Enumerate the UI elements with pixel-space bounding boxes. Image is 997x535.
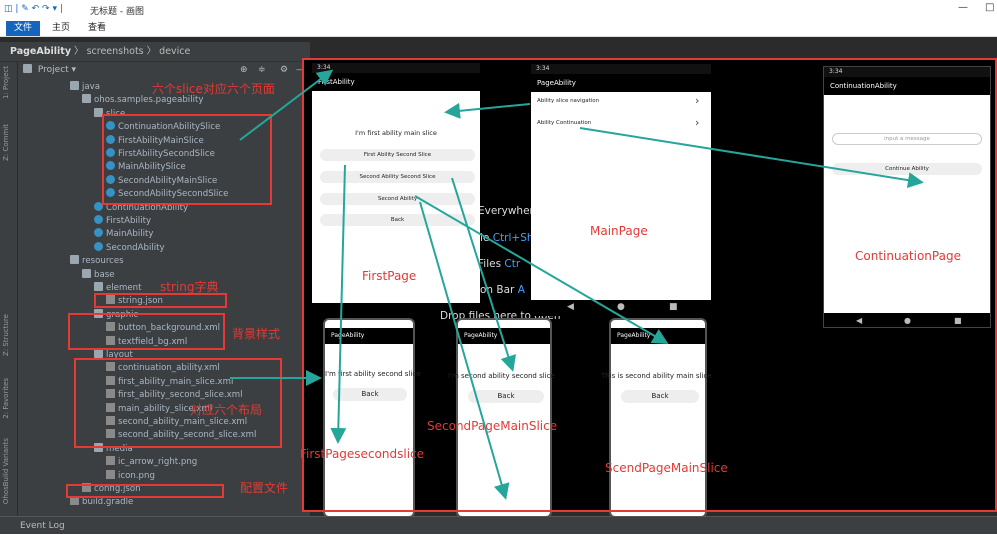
arrow-first-to-second-main-2 bbox=[419, 201, 510, 500]
event-log-tab[interactable]: Event Log bbox=[0, 516, 997, 534]
arrow-first-to-second-main bbox=[451, 177, 517, 372]
arrow-main-to-first bbox=[444, 102, 531, 119]
arrow-first-to-first-second bbox=[330, 164, 347, 444]
arrow-slices-to-first bbox=[239, 69, 334, 141]
arrow-first-to-second-second bbox=[414, 195, 669, 345]
navigation-arrows bbox=[230, 69, 924, 500]
arrow-main-to-continuation bbox=[579, 127, 924, 189]
